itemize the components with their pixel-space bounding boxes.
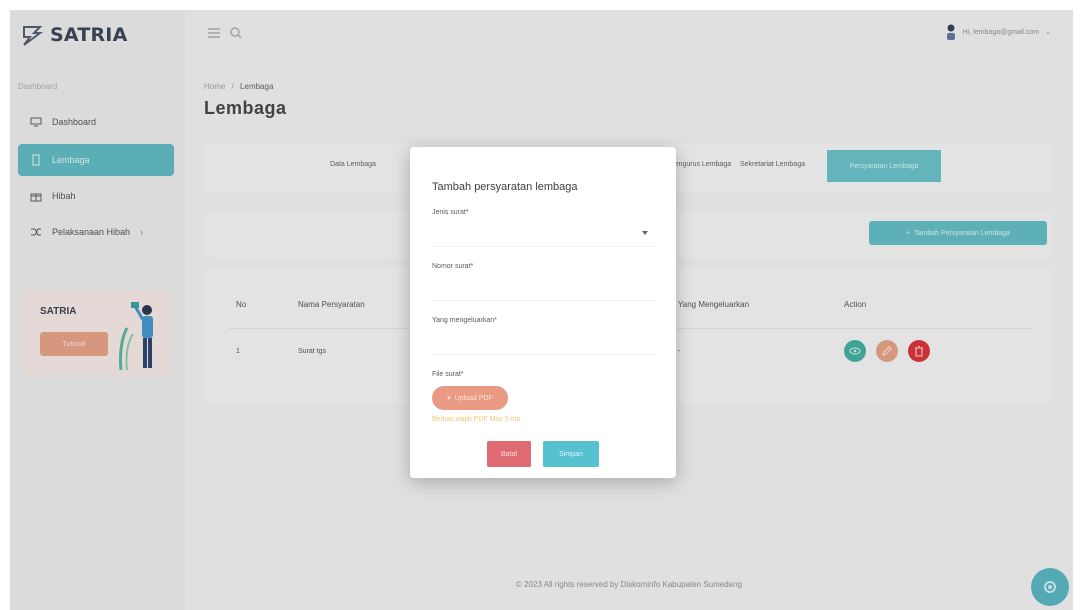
modal-title: Tambah persyaratan lembaga — [432, 181, 578, 193]
file-surat-label: File surat* — [432, 371, 464, 378]
save-button[interactable]: Simpan — [543, 441, 599, 467]
yang-mengeluarkan-input[interactable] — [432, 331, 656, 355]
add-requirement-modal: Tambah persyaratan lembaga Jenis surat* … — [410, 147, 676, 478]
jenis-surat-label: Jenis surat* — [432, 209, 469, 216]
cancel-button[interactable]: Batal — [487, 441, 531, 467]
nomor-surat-input[interactable] — [432, 277, 656, 301]
upload-label: Upload PDF — [454, 394, 493, 402]
nomor-surat-label: Nomor surat* — [432, 263, 474, 270]
app-window: SATRIA Dashboard Dashboard Lembaga Hibah — [10, 10, 1073, 610]
yang-mengeluarkan-label: Yang mengeluarkan* — [432, 317, 497, 324]
jenis-surat-select[interactable] — [432, 223, 656, 247]
upload-icon: ▾ — [447, 395, 451, 402]
caret-down-icon — [642, 231, 648, 235]
upload-pdf-button[interactable]: ▾ Upload PDF — [432, 386, 508, 410]
upload-hint: Berkas wajib PDF Max 5 mb — [432, 416, 521, 423]
